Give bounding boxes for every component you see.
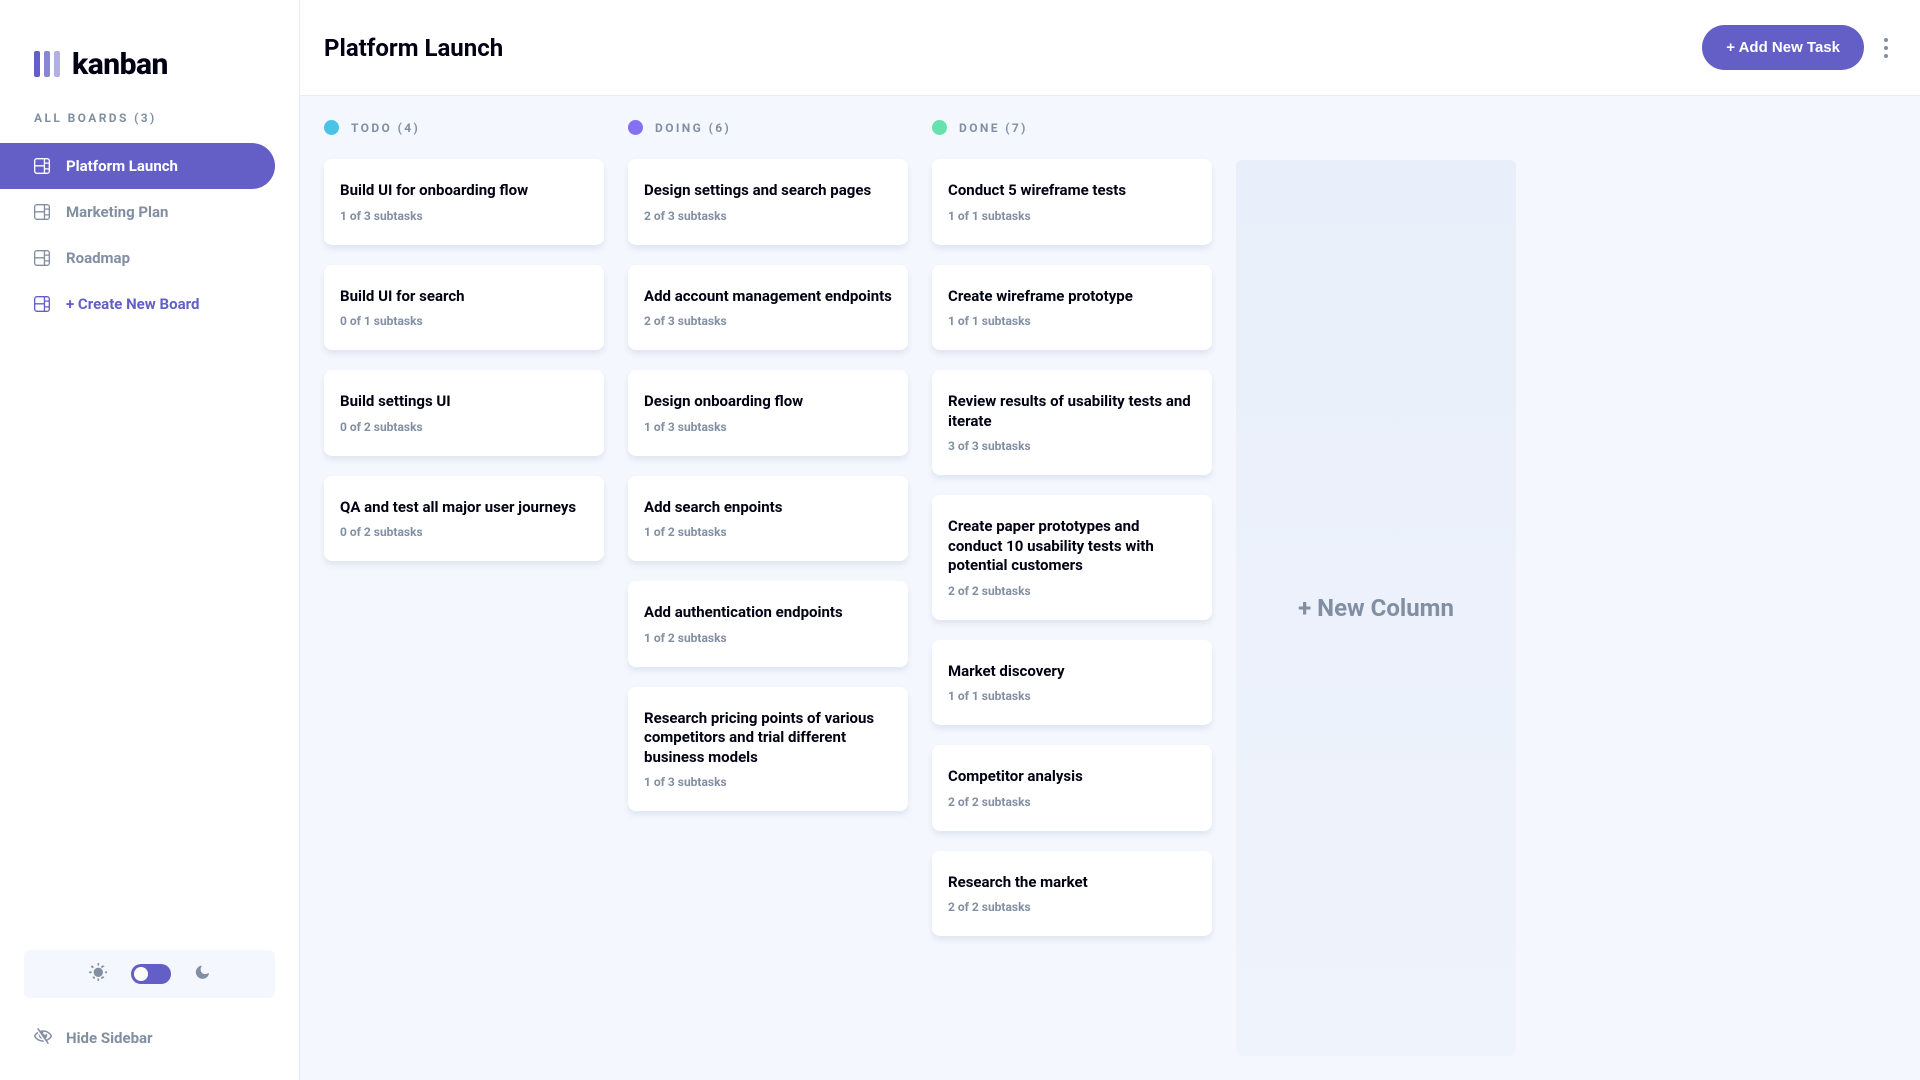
task-card[interactable]: Market discovery 1 of 1 subtasks <box>932 640 1212 726</box>
card-list: Build UI for onboarding flow 1 of 3 subta… <box>324 159 604 561</box>
theme-switch[interactable] <box>131 964 171 984</box>
card-title: Research pricing points of various compe… <box>644 709 892 768</box>
card-title: Add search enpoints <box>644 498 892 518</box>
card-subtask-count: 2 of 3 subtasks <box>644 209 892 223</box>
card-subtask-count: 1 of 2 subtasks <box>644 631 892 645</box>
board-item-label: Roadmap <box>66 249 130 267</box>
column-color-dot <box>932 120 947 135</box>
column-color-dot <box>628 120 643 135</box>
column-color-dot <box>324 120 339 135</box>
card-title: Review results of usability tests and it… <box>948 392 1196 431</box>
task-card[interactable]: Review results of usability tests and it… <box>932 370 1212 475</box>
board-column: DOING (6) Design settings and search page… <box>628 120 908 811</box>
sun-icon <box>89 963 107 985</box>
hide-sidebar-button[interactable]: Hide Sidebar <box>24 1014 275 1048</box>
card-subtask-count: 3 of 3 subtasks <box>948 439 1196 453</box>
boards-header: ALL BOARDS (3) <box>0 96 299 143</box>
card-title: Create wireframe prototype <box>948 287 1196 307</box>
board-list: Platform Launch Marketing Plan Roadmap +… <box>0 143 299 327</box>
card-subtask-count: 0 of 2 subtasks <box>340 420 588 434</box>
card-title: Research the market <box>948 873 1196 893</box>
theme-toggle <box>24 950 275 998</box>
create-new-board[interactable]: + Create New Board <box>0 281 275 327</box>
card-title: Add authentication endpoints <box>644 603 892 623</box>
card-subtask-count: 1 of 3 subtasks <box>644 420 892 434</box>
board-column: TODO (4) Build UI for onboarding flow 1 of… <box>324 120 604 561</box>
board-area: TODO (4) Build UI for onboarding flow 1 of… <box>300 96 1920 1080</box>
sidebar-item-roadmap[interactable]: Roadmap <box>0 235 275 281</box>
task-card[interactable]: Create wireframe prototype 1 of 1 subtask… <box>932 265 1212 351</box>
card-title: Conduct 5 wireframe tests <box>948 181 1196 201</box>
task-card[interactable]: Build UI for search 0 of 1 subtasks <box>324 265 604 351</box>
create-board-label: + Create New Board <box>66 295 199 313</box>
column-header: DONE (7) <box>932 120 1212 159</box>
card-subtask-count: 1 of 1 subtasks <box>948 689 1196 703</box>
board-icon <box>34 158 50 174</box>
logo-text: kanban <box>72 47 168 82</box>
column-title: TODO (4) <box>351 121 420 135</box>
board-icon <box>34 250 50 266</box>
logo-icon <box>34 51 60 77</box>
board-item-label: Marketing Plan <box>66 203 168 221</box>
card-subtask-count: 0 of 2 subtasks <box>340 525 588 539</box>
card-list: Conduct 5 wireframe tests 1 of 1 subtasks… <box>932 159 1212 936</box>
card-subtask-count: 2 of 2 subtasks <box>948 900 1196 914</box>
board-item-label: Platform Launch <box>66 157 178 175</box>
board-icon <box>34 204 50 220</box>
card-title: Build UI for search <box>340 287 588 307</box>
topbar: Platform Launch + Add New Task <box>300 0 1920 96</box>
card-title: Add account management endpoints <box>644 287 892 307</box>
sidebar-item-platform-launch[interactable]: Platform Launch <box>0 143 275 189</box>
logo: kanban <box>0 0 299 96</box>
sidebar-item-marketing-plan[interactable]: Marketing Plan <box>0 189 275 235</box>
task-card[interactable]: Build UI for onboarding flow 1 of 3 subta… <box>324 159 604 245</box>
card-subtask-count: 2 of 2 subtasks <box>948 795 1196 809</box>
task-card[interactable]: Research pricing points of various compe… <box>628 687 908 812</box>
hide-sidebar-label: Hide Sidebar <box>66 1029 153 1047</box>
card-title: Build settings UI <box>340 392 588 412</box>
moon-icon <box>195 965 210 984</box>
column-title: DONE (7) <box>959 121 1028 135</box>
column-header: TODO (4) <box>324 120 604 159</box>
card-subtask-count: 1 of 1 subtasks <box>948 314 1196 328</box>
column-header: DOING (6) <box>628 120 908 159</box>
task-card[interactable]: Create paper prototypes and conduct 10 u… <box>932 495 1212 620</box>
eye-slash-icon <box>34 1028 52 1048</box>
card-title: Design settings and search pages <box>644 181 892 201</box>
task-card[interactable]: Add authentication endpoints 1 of 2 subta… <box>628 581 908 667</box>
card-subtask-count: 1 of 1 subtasks <box>948 209 1196 223</box>
column-title: DOING (6) <box>655 121 731 135</box>
add-task-button[interactable]: + Add New Task <box>1702 25 1864 70</box>
card-list: Design settings and search pages 2 of 3 s… <box>628 159 908 811</box>
card-title: Build UI for onboarding flow <box>340 181 588 201</box>
card-title: QA and test all major user journeys <box>340 498 588 518</box>
card-subtask-count: 2 of 3 subtasks <box>644 314 892 328</box>
card-title: Market discovery <box>948 662 1196 682</box>
card-title: Design onboarding flow <box>644 392 892 412</box>
card-title: Competitor analysis <box>948 767 1196 787</box>
card-subtask-count: 1 of 3 subtasks <box>340 209 588 223</box>
sidebar: kanban ALL BOARDS (3) Platform Launch Ma… <box>0 0 300 1080</box>
task-card[interactable]: Conduct 5 wireframe tests 1 of 1 subtasks <box>932 159 1212 245</box>
card-subtask-count: 1 of 3 subtasks <box>644 775 892 789</box>
task-card[interactable]: Competitor analysis 2 of 2 subtasks <box>932 745 1212 831</box>
board-menu-button[interactable] <box>1884 38 1888 58</box>
card-subtask-count: 0 of 1 subtasks <box>340 314 588 328</box>
new-column-button[interactable]: + New Column <box>1236 160 1516 1056</box>
task-card[interactable]: Build settings UI 0 of 2 subtasks <box>324 370 604 456</box>
board-column: DONE (7) Conduct 5 wireframe tests 1 of 1 … <box>932 120 1212 936</box>
task-card[interactable]: Add search enpoints 1 of 2 subtasks <box>628 476 908 562</box>
page-title: Platform Launch <box>324 34 503 62</box>
task-card[interactable]: Design onboarding flow 1 of 3 subtasks <box>628 370 908 456</box>
card-subtask-count: 1 of 2 subtasks <box>644 525 892 539</box>
card-title: Create paper prototypes and conduct 10 u… <box>948 517 1196 576</box>
task-card[interactable]: Design settings and search pages 2 of 3 s… <box>628 159 908 245</box>
task-card[interactable]: QA and test all major user journeys 0 of … <box>324 476 604 562</box>
main-area: Platform Launch + Add New Task TODO (4) B… <box>300 0 1920 1080</box>
card-subtask-count: 2 of 2 subtasks <box>948 584 1196 598</box>
board-icon <box>34 296 50 312</box>
task-card[interactable]: Add account management endpoints 2 of 3 s… <box>628 265 908 351</box>
task-card[interactable]: Research the market 2 of 2 subtasks <box>932 851 1212 937</box>
